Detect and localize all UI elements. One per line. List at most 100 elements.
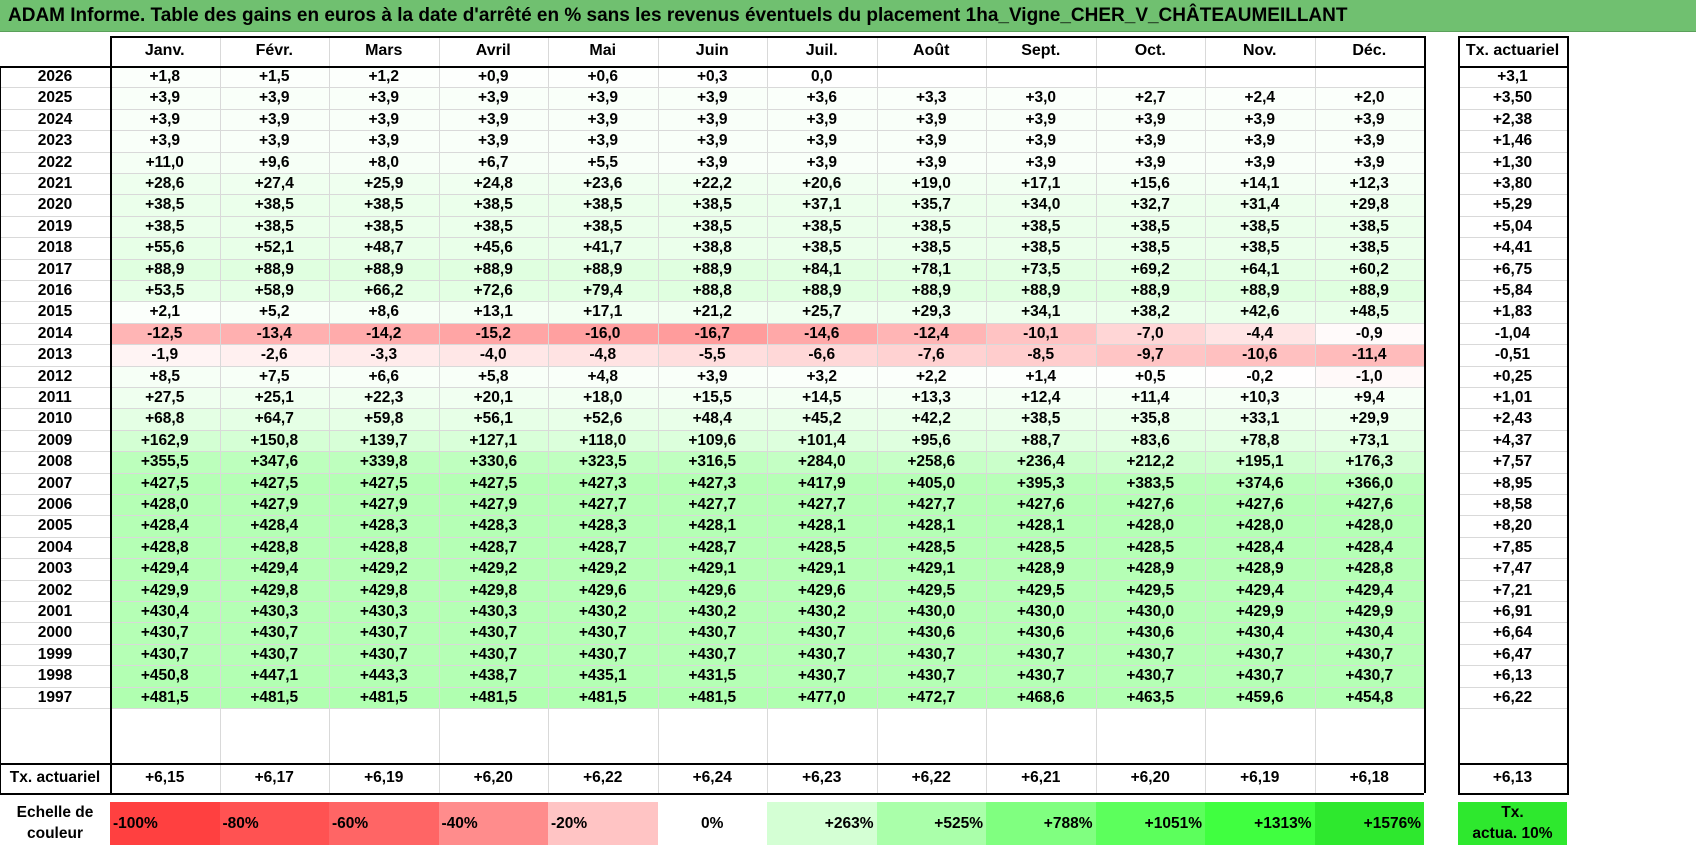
table-cell: +472,7 [876,686,986,708]
table-cell: +78,1 [876,258,986,280]
table-cell: +3,0 [986,87,1096,109]
table-cell: +176,3 [1314,451,1424,473]
table-cell: +34,0 [986,194,1096,216]
table-cell: -1,9 [110,344,220,366]
footer-cell: +6,19 [364,769,404,786]
table-cell: +3,9 [329,130,439,152]
table-cell: +430,2 [548,601,658,623]
year-label: 2018 [37,239,73,257]
table-cell: +481,5 [657,686,767,708]
table-cell: +3,9 [1314,130,1424,152]
table-cell: +429,2 [329,558,439,580]
annual-rate-cell: +6,22 [1492,688,1533,706]
row-divider [0,108,1424,110]
table-cell: +427,9 [438,494,548,516]
table-cell: +2,7 [1095,87,1205,109]
table-cell: +430,7 [1314,643,1424,666]
table-cell: +5,8 [438,365,548,387]
row-divider [0,515,1424,517]
table-cell: +25,7 [767,301,877,323]
table-cell: +3,9 [219,130,329,152]
year-label: 2024 [37,110,73,128]
column-divider [986,36,987,793]
table-cell: +429,2 [548,558,658,580]
table-cell: +32,7 [1095,194,1205,216]
table-cell: +52,6 [548,408,658,430]
year-label: 2015 [37,303,73,321]
table-cell: +33,1 [1205,408,1315,430]
table-cell: +38,5 [329,194,439,216]
table-cell: +429,8 [438,579,548,601]
table-cell: +73,5 [986,258,1096,280]
table-cell: +428,1 [767,515,877,537]
annual-rate-cell: +7,85 [1492,538,1533,556]
month-header: Juin [695,42,729,59]
row-divider [0,194,1424,196]
table-cell: +430,0 [986,601,1096,623]
table-cell: +236,4 [986,451,1096,473]
table-cell: +430,7 [1095,643,1205,666]
row-divider [0,622,1424,624]
table-cell: +13,1 [438,301,548,323]
table-cell: +3,9 [767,151,877,173]
annual-rate-cell: -1,04 [1494,324,1531,342]
table-cell: +427,5 [329,472,439,494]
table-cell: +4,8 [548,365,658,387]
row-divider [0,579,1424,581]
table-cell: +38,5 [876,237,986,259]
row-divider [1458,643,1567,645]
annual-rate-cell: +5,29 [1492,196,1533,214]
table-cell: +2,4 [1205,87,1315,109]
table-cell: +3,9 [986,130,1096,152]
row-divider [0,344,1424,346]
footer-cell: +6,15 [145,769,185,786]
table-cell: +34,1 [986,301,1096,323]
table-cell: -4,4 [1205,322,1315,345]
color-scale-step: 0% [657,802,767,845]
month-header: Sept. [1021,42,1061,59]
table-cell: +0,6 [548,66,658,88]
table-cell: +5,2 [219,301,329,323]
row-divider [1458,130,1567,132]
table-cell: +430,7 [767,643,877,666]
table-cell: +88,9 [219,258,329,280]
table-cell: +45,6 [438,237,548,259]
month-header: Juil. [805,42,838,59]
table-cell: +5,5 [548,151,658,173]
table-cell: +3,9 [1095,151,1205,173]
table-cell: +366,0 [1314,472,1424,494]
table-cell: +430,7 [876,665,986,687]
table-cell: +427,5 [110,472,220,494]
table-cell: +127,1 [438,429,548,452]
year-label: 2023 [37,132,73,150]
year-label: 2014 [37,324,73,342]
table-cell [1095,66,1205,88]
table-cell: +429,4 [1205,579,1315,601]
table-cell: +405,0 [876,472,986,494]
row-divider [0,258,1424,260]
table-cell: +430,7 [1095,665,1205,687]
table-cell: +38,5 [767,237,877,259]
table-cell: +427,9 [329,494,439,516]
table-cell: +38,2 [1095,301,1205,323]
color-scale-step: +1313% [1205,802,1315,845]
table-cell: +429,8 [329,579,439,601]
annual-rate-cell: -0,51 [1494,346,1531,364]
annual-rate-cell: +8,58 [1492,496,1533,513]
table-cell: +429,8 [219,579,329,601]
footer-cell: +6,22 [583,769,623,786]
table-cell: +427,5 [219,472,329,494]
table-cell: +438,7 [438,665,548,687]
table-cell: +8,0 [329,151,439,173]
table-cell: +258,6 [876,451,986,473]
annual-rate-cell: +0,25 [1492,367,1533,385]
table-cell: +3,9 [657,365,767,387]
table-cell: +42,6 [1205,301,1315,323]
table-cell: +3,9 [329,87,439,109]
column-divider [438,36,440,793]
table-cell: -1,0 [1314,365,1424,387]
table-cell: +454,8 [1314,686,1424,708]
table-cell: +3,9 [548,130,658,152]
table-cell: +430,7 [438,643,548,666]
table-cell: -14,2 [329,322,439,345]
